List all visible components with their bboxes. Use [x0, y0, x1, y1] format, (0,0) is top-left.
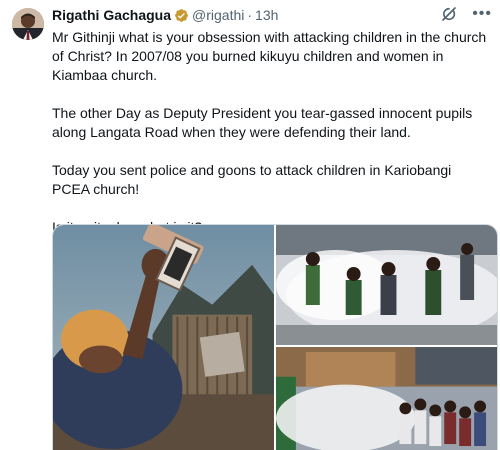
tweet-timestamp[interactable]: 13h	[255, 6, 278, 24]
tweet-media-grid	[52, 224, 498, 450]
author-name[interactable]: Rigathi Gachagua	[52, 6, 171, 24]
grok-icon[interactable]	[440, 5, 458, 23]
tweet-paragraph: Today you sent police and goons to attac…	[52, 162, 452, 197]
verified-badge-icon	[175, 8, 188, 22]
tweet-text: Mr Githinji what is your obsession with …	[52, 28, 492, 237]
more-icon[interactable]: •••	[472, 5, 492, 23]
tweet[interactable]: Rigathi Gachagua @rigathi · 13h ••• Mr G…	[0, 0, 500, 450]
photo-pupils-teargas[interactable]	[276, 225, 497, 345]
tweet-header: Rigathi Gachagua @rigathi · 13h •••	[52, 5, 492, 24]
photo-church-teargas[interactable]	[276, 347, 497, 450]
header-actions: •••	[440, 5, 492, 23]
tweet-paragraph: Mr Githinji what is your obsession with …	[52, 29, 487, 83]
author-handle[interactable]: @rigathi	[192, 6, 244, 24]
author-avatar[interactable]	[12, 8, 44, 40]
media-right-column	[276, 225, 497, 450]
photo-woman-burned-church[interactable]	[53, 225, 274, 450]
separator-dot: ·	[247, 7, 253, 23]
tweet-paragraph: The other Day as Deputy President you te…	[52, 105, 473, 140]
tweet-body: Rigathi Gachagua @rigathi · 13h ••• Mr G…	[52, 5, 492, 237]
